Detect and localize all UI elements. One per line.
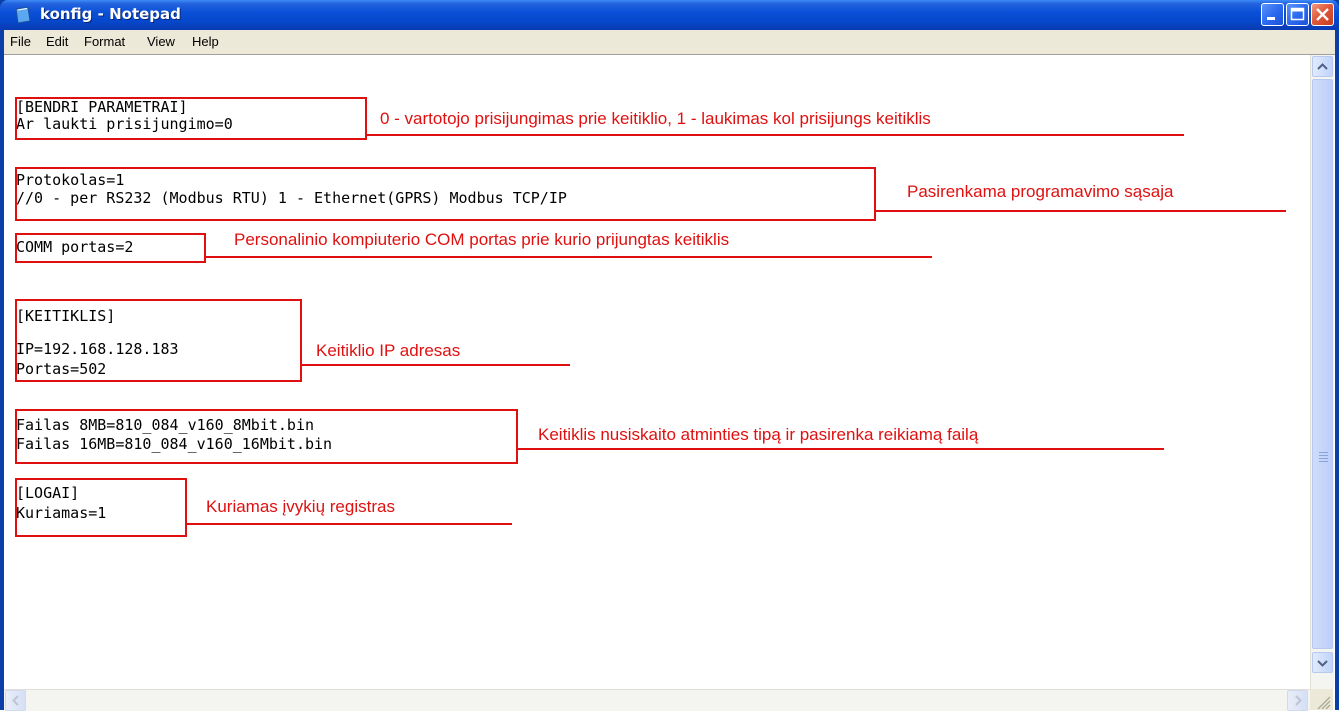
- scroll-left-button[interactable]: [5, 690, 26, 711]
- highlight-box: [15, 97, 367, 140]
- size-grip[interactable]: [1310, 689, 1333, 710]
- menu-bar: File Edit Format View Help: [4, 30, 1335, 54]
- annotation-text: Keitiklis nusiskaito atminties tipą ir p…: [538, 425, 979, 444]
- highlight-box: [15, 167, 876, 221]
- annotation-text: Personalinio kompiuterio COM portas prie…: [234, 230, 730, 249]
- close-icon: [1316, 8, 1329, 21]
- scroll-down-button[interactable]: [1312, 652, 1333, 673]
- title-bar[interactable]: konfig - Notepad: [0, 0, 1339, 30]
- menu-view[interactable]: View: [147, 34, 175, 49]
- maximize-button[interactable]: [1286, 3, 1309, 26]
- chevron-right-icon: [1294, 695, 1302, 706]
- annotation-text: Pasirenkama programavimo sąsaja: [907, 182, 1174, 201]
- annotation-text: Keitiklio IP adresas: [316, 341, 461, 360]
- highlight-box: [15, 233, 206, 263]
- horizontal-scrollbar[interactable]: [4, 689, 1310, 711]
- menu-format[interactable]: Format: [84, 34, 125, 49]
- annotation-line: [876, 210, 1286, 212]
- chevron-left-icon: [11, 695, 19, 706]
- resize-grip-icon: [1317, 696, 1331, 710]
- vertical-scrollbar[interactable]: [1310, 55, 1334, 689]
- highlight-box: [15, 409, 518, 464]
- text-editor[interactable]: [BENDRI PARAMETRAI] Ar laukti prisijungi…: [4, 54, 1335, 711]
- annotation-line: [367, 134, 1184, 136]
- highlight-box: [15, 299, 302, 382]
- highlight-box: [15, 478, 187, 537]
- notepad-window: konfig - Notepad File Edit Format View H…: [0, 0, 1339, 711]
- window-title: konfig - Notepad: [40, 5, 181, 23]
- annotation-line: [187, 523, 512, 525]
- annotation-text: 0 - vartotojo prisijungimas prie keitikl…: [380, 109, 931, 128]
- grip-line: [1319, 458, 1328, 459]
- annotation-text: Kuriamas įvykių registras: [206, 497, 395, 516]
- menu-help[interactable]: Help: [192, 34, 219, 49]
- chevron-down-icon: [1317, 659, 1328, 667]
- grip-line: [1319, 461, 1328, 462]
- scroll-thumb[interactable]: [1312, 79, 1333, 649]
- annotation-line: [206, 256, 932, 258]
- chevron-up-icon: [1317, 62, 1328, 70]
- minimize-icon: [1267, 17, 1275, 20]
- grip-line: [1319, 455, 1328, 456]
- menu-edit[interactable]: Edit: [46, 34, 68, 49]
- close-button[interactable]: [1311, 3, 1334, 26]
- annotation-line: [302, 364, 570, 366]
- minimize-button[interactable]: [1261, 3, 1284, 26]
- grip-line: [1319, 452, 1328, 453]
- maximize-icon: [1290, 7, 1305, 21]
- scroll-right-button[interactable]: [1287, 690, 1308, 711]
- scroll-up-button[interactable]: [1312, 56, 1333, 77]
- menu-file[interactable]: File: [10, 34, 31, 49]
- notepad-icon: [15, 6, 31, 24]
- annotation-line: [518, 448, 1164, 450]
